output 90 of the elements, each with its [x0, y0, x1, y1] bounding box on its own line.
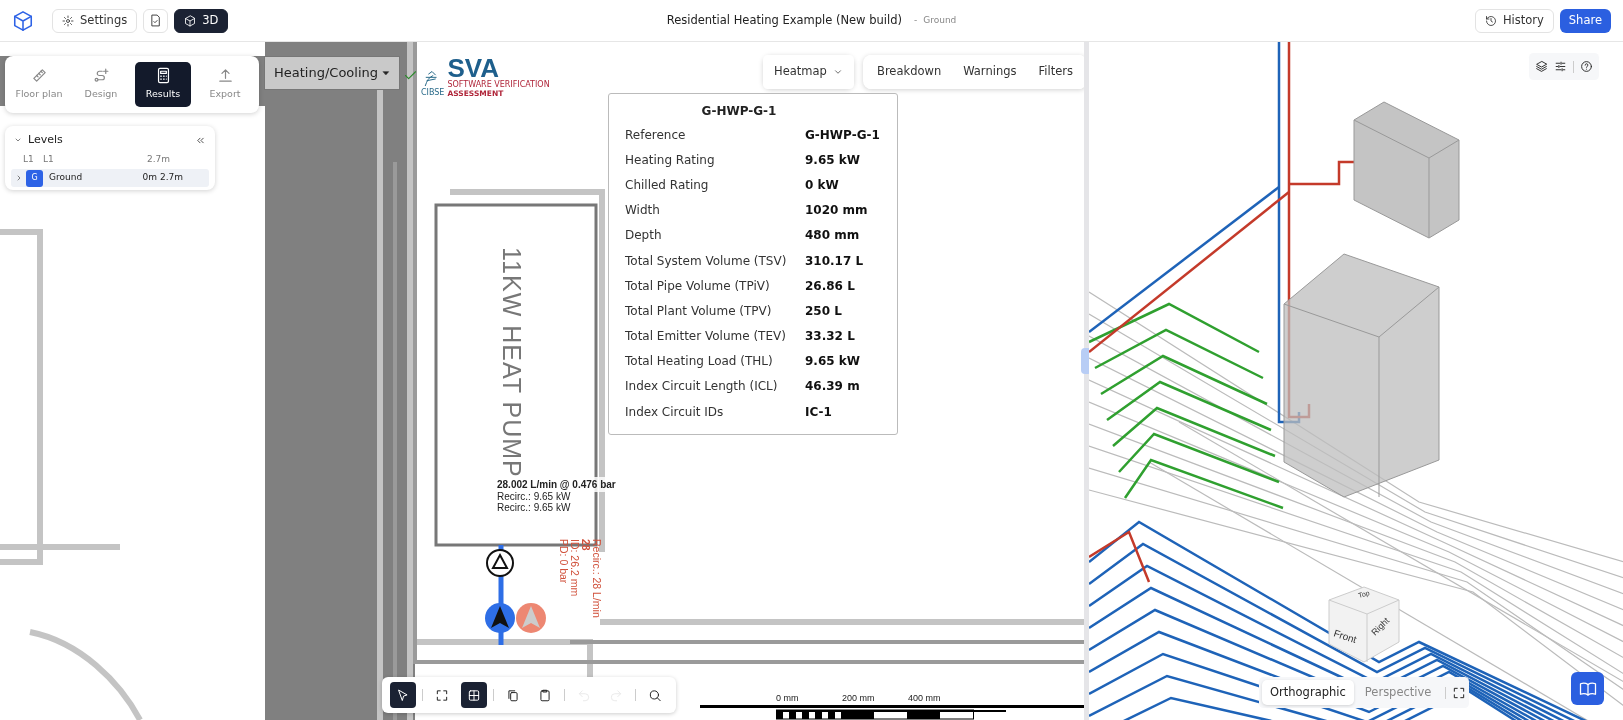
analysis-tab[interactable]: Warnings — [952, 55, 1028, 89]
property-value: 26.86 L — [805, 277, 855, 295]
recirc-label: Recirc.: 9.65 kW — [497, 491, 571, 502]
pipe-label: ID: 26.2 mm — [568, 539, 580, 599]
property-value: IC-1 — [805, 403, 832, 421]
help-icon[interactable] — [1580, 60, 1593, 73]
settings-button[interactable]: Settings — [52, 8, 138, 33]
flow-node-icon — [484, 602, 516, 634]
property-value: 33.32 L — [805, 328, 855, 346]
analysis-tab[interactable]: Filters — [1027, 55, 1084, 89]
property-value: 9.65 kW — [805, 151, 860, 169]
document-check-icon — [149, 14, 163, 27]
property-value: 310.17 L — [805, 252, 864, 270]
cube-face-label[interactable]: Front — [1332, 627, 1358, 646]
level-badge: G — [26, 169, 43, 187]
layers-icon[interactable] — [1535, 60, 1548, 73]
heatmap-dropdown[interactable]: Heatmap — [763, 55, 854, 89]
document-check-button[interactable] — [143, 8, 169, 33]
mode-tab[interactable]: Results — [135, 62, 191, 107]
pump-symbol-icon — [485, 548, 515, 578]
share-button[interactable]: Share — [1559, 8, 1611, 33]
property-label: Reference — [625, 126, 687, 144]
analysis-tab[interactable]: Breakdown — [866, 55, 953, 89]
level-name: Ground — [49, 171, 84, 185]
gear-icon — [62, 14, 74, 27]
pipe-label: Recirc.: 28 L/min — [591, 539, 602, 618]
book-button[interactable] — [1571, 672, 1604, 705]
history-icon — [1484, 14, 1497, 27]
property-label: Width — [625, 202, 661, 220]
property-label: Index Circuit Length (ICL) — [625, 378, 779, 396]
property-value: 1020 mm — [805, 202, 868, 220]
equipment-label: 11KW HEAT PUMP — [497, 247, 527, 478]
property-value: 9.65 kW — [805, 353, 860, 371]
property-label: Index Circuit IDs — [625, 403, 725, 421]
chevron-down-icon[interactable] — [14, 136, 22, 144]
breadcrumb-separator: - — [913, 13, 918, 27]
mode-tab[interactable]: Design — [73, 62, 129, 107]
property-label: Depth — [625, 227, 663, 245]
property-label: Total Pipe Volume (TPiV) — [625, 277, 771, 295]
mode-tab[interactable]: Floor plan — [11, 62, 67, 107]
logo-mark-text: SVA — [447, 57, 499, 81]
level-name: Ground — [923, 13, 957, 27]
flow-label: 28.002 L/min @ 0.476 bar — [497, 477, 616, 492]
recirc-label: Recirc.: 9.65 kW — [497, 502, 571, 513]
level-height: 2.7m — [147, 153, 171, 167]
project-title: Residential Heating Example (New build) — [666, 11, 902, 29]
level-floor-height: 0m — [141, 171, 157, 185]
sliders-icon[interactable] — [1554, 60, 1567, 73]
scale-label: 200 mm — [842, 692, 875, 705]
property-value: G-HWP-G-1 — [805, 126, 880, 144]
property-label: Heating Rating — [625, 151, 716, 169]
property-label: Total System Volume (TSV) — [625, 252, 788, 270]
property-value: 0 kW — [805, 176, 839, 194]
history-button[interactable]: History — [1474, 8, 1554, 33]
level-height: 2.7m — [160, 171, 184, 185]
levels-title: Levels — [28, 131, 64, 148]
system-dropdown[interactable]: Heating/Cooling — [264, 56, 401, 90]
level-name: L1 — [43, 153, 55, 167]
caret-icon — [382, 69, 391, 77]
level-row[interactable]: G Ground 0m 2.7m — [11, 169, 209, 187]
toolbar-button[interactable] — [461, 682, 487, 708]
chevron-down-icon — [832, 67, 843, 77]
popup-title: G-HWP-G-1 — [700, 103, 778, 120]
logo-org-text: CIBSE — [421, 89, 445, 98]
ruler-icon — [30, 67, 48, 85]
scale-label: 0 mm — [776, 692, 799, 705]
property-value: 250 L — [805, 302, 842, 320]
return-node-icon — [515, 602, 547, 634]
property-label: Chilled Rating — [625, 176, 710, 194]
node-path-icon — [92, 67, 110, 85]
toolbar-button[interactable] — [390, 682, 416, 708]
cube-icon — [184, 14, 197, 27]
fullscreen-icon[interactable] — [1452, 685, 1467, 700]
scale-label: 400 mm — [908, 692, 941, 705]
property-label: Total Emitter Volume (TEV) — [625, 328, 787, 346]
projection-tab[interactable]: Orthographic — [1262, 680, 1354, 706]
property-value: 46.39 m — [805, 378, 860, 396]
pipe-label: 28 — [579, 539, 591, 553]
property-label: Total Heating Load (THL) — [625, 353, 774, 371]
chevron-right-icon[interactable] — [15, 174, 23, 182]
mode-tab[interactable]: Export — [197, 62, 253, 107]
3d-view-button[interactable]: 3D — [174, 8, 229, 33]
property-label: Total Plant Volume (TPV) — [625, 302, 773, 320]
level-row[interactable]: L1 L1 2.7m — [11, 151, 209, 169]
cube-logo-icon — [12, 9, 34, 32]
upload-icon — [216, 67, 234, 85]
level-code: L1 — [23, 153, 35, 167]
logo-subtitle: SOFTWARE VERIFICATION — [447, 80, 550, 90]
property-value: 480 mm — [805, 227, 860, 245]
pipe-label: PD: 0 bar — [557, 539, 569, 586]
